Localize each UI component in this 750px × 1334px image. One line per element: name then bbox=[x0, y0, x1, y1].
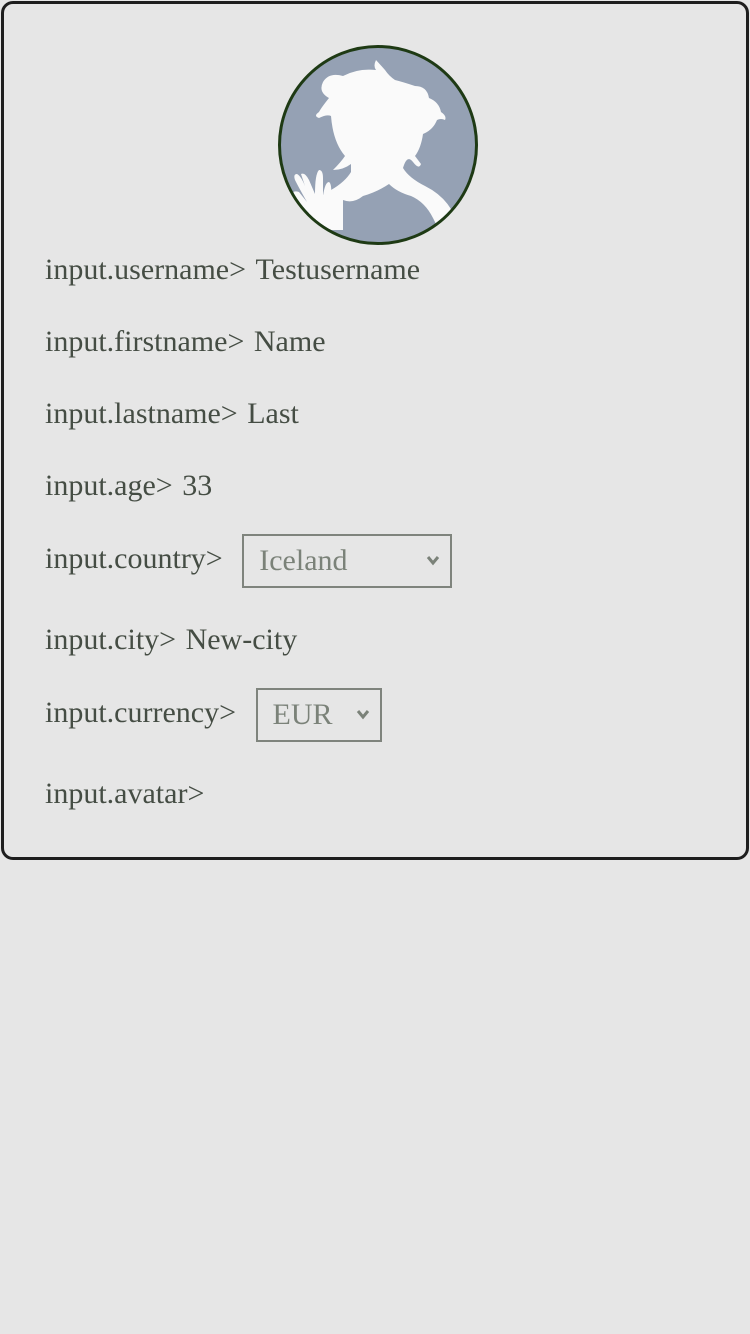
avatar-label: input.avatar> bbox=[45, 777, 205, 810]
age-label: input.age> bbox=[45, 469, 173, 502]
country-label: input.country> bbox=[45, 541, 223, 575]
country-select[interactable]: Iceland bbox=[242, 534, 453, 588]
username-value[interactable]: Testusername bbox=[256, 253, 421, 286]
firstname-label: input.firstname> bbox=[45, 325, 245, 358]
profile-card: input.username> Testusername input.first… bbox=[1, 1, 749, 860]
lastname-value[interactable]: Last bbox=[247, 397, 299, 430]
firstname-row: input.firstname> Name bbox=[45, 324, 326, 360]
firstname-value[interactable]: Name bbox=[254, 325, 326, 358]
city-label: input.city> bbox=[45, 623, 177, 656]
avatar-row: input.avatar> bbox=[45, 776, 204, 812]
city-row: input.city> New-city bbox=[45, 622, 297, 658]
lastname-row: input.lastname> Last bbox=[45, 396, 299, 432]
avatar[interactable] bbox=[278, 45, 478, 245]
username-row: input.username> Testusername bbox=[45, 252, 420, 288]
country-selected-value: Iceland bbox=[259, 544, 348, 577]
currency-select[interactable]: EUR bbox=[255, 688, 382, 742]
username-label: input.username> bbox=[45, 253, 247, 286]
city-value[interactable]: New-city bbox=[186, 623, 298, 656]
chevron-down-icon bbox=[356, 710, 369, 720]
age-value[interactable]: 33 bbox=[182, 469, 212, 502]
lastname-label: input.lastname> bbox=[45, 397, 238, 430]
currency-selected-value: EUR bbox=[272, 698, 333, 731]
currency-row: input.currency> EUR bbox=[45, 688, 382, 742]
age-row: input.age> 33 bbox=[45, 468, 212, 504]
currency-label: input.currency> bbox=[45, 695, 237, 729]
chevron-down-icon bbox=[427, 556, 440, 566]
user-silhouette-icon bbox=[293, 60, 459, 236]
country-row: input.country> Iceland bbox=[45, 534, 453, 588]
